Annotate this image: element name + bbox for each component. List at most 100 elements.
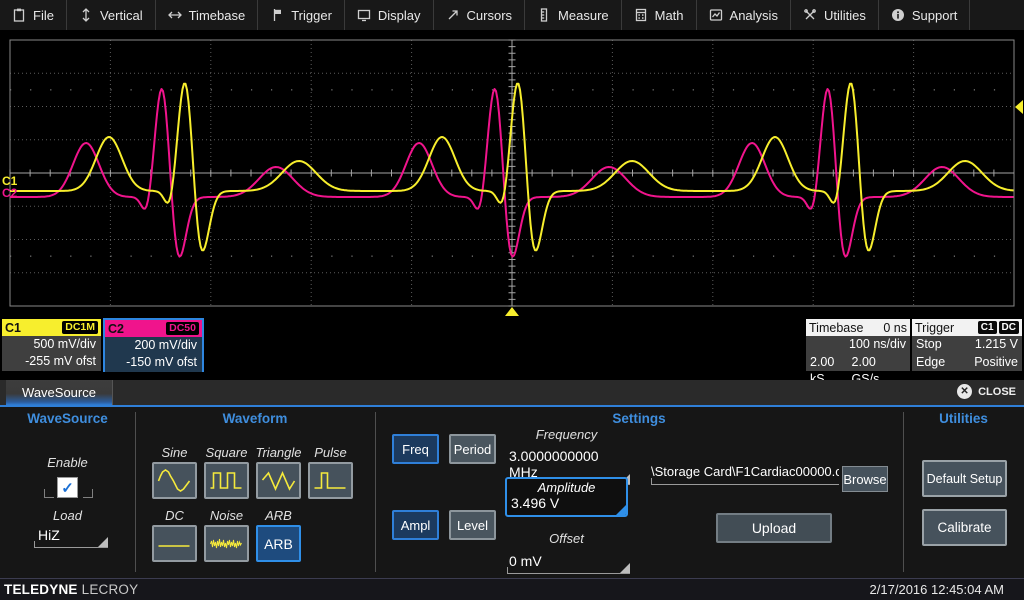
waveform-button-arb[interactable]: ARB [256,525,301,562]
trigger-slope: Positive [974,354,1018,372]
noise-icon [208,531,245,557]
load-select[interactable]: HiZ [34,526,108,548]
menu-item-label: Vertical [100,8,143,23]
channel-header-c1: C1 DC1M [2,319,101,336]
waveform-button-label: Sine [161,445,187,462]
menu-item-label: Math [655,8,684,23]
amplitude-field[interactable]: Amplitude 3.496 V [505,477,628,517]
waveform-cell-dc: DC [152,508,197,562]
waveform-button-triangle[interactable] [256,462,301,499]
enable-label: Enable [0,455,135,470]
close-label: CLOSE [978,386,1016,398]
menu-item-label: Measure [558,8,609,23]
menu-item-label: Display [378,8,421,23]
load-label: Load [0,508,135,523]
timebase-title: Timebase [809,321,863,335]
waveform-button-square[interactable] [204,462,249,499]
menu-item-display[interactable]: Display [345,0,434,30]
analysis-icon [709,8,723,22]
vertical-icon [79,8,93,22]
waveform-cell-triangle: Triangle [256,445,301,499]
channel-offset: -150 mV ofst [110,354,197,371]
menu-item-label: Analysis [730,8,778,23]
browse-button[interactable]: Browse [842,466,888,492]
channel-id: C2 [108,322,124,336]
waveform-button-label: Triangle [256,445,302,462]
menu-item-cursors[interactable]: Cursors [434,0,526,30]
trigger-mode: Stop [916,336,942,354]
waveform-button-label: Pulse [314,445,347,462]
close-button[interactable]: ✕ CLOSE [957,384,1016,399]
waveform-button-grid: Sine Square Triangle Pulse DC Noise ARBARB [152,445,353,562]
ampl-button[interactable]: Ampl [392,510,439,540]
trigger-source-chip: C1 [978,321,997,334]
menu-item-math[interactable]: Math [622,0,697,30]
file-path-field[interactable]: \Storage Card\F1Cardiac00000.c [651,464,839,485]
channel-scale: 200 mV/div [110,337,197,354]
brand-primary: TELEDYNE [4,582,78,597]
default-setup-button[interactable]: Default Setup [922,460,1007,497]
datetime: 2/17/2016 12:45:04 AM [870,582,1004,597]
dialog-tab-bar: WaveSource ✕ CLOSE [0,380,1024,407]
period-button[interactable]: Period [449,434,496,464]
waveform-button-pulse[interactable] [308,462,353,499]
waveform-button-dc[interactable] [152,525,197,562]
close-icon: ✕ [957,384,972,399]
menu-item-utilities[interactable]: Utilities [791,0,879,30]
square-icon [208,468,245,494]
menu-item-trigger[interactable]: Trigger [258,0,345,30]
section-title-utilities: Utilities [903,411,1024,426]
amplitude-label: Amplitude [507,480,626,495]
level-button[interactable]: Level [449,510,496,540]
enable-checkbox[interactable]: ✓ [57,477,78,498]
waveform-cell-sine: Sine [152,445,197,499]
menu-item-label: Support [912,8,958,23]
waveform-button-noise[interactable] [204,525,249,562]
waveform-button-label: Square [206,445,248,462]
section-divider [903,412,904,572]
trigger-icon [270,8,284,22]
offset-field[interactable]: 0 mV [507,552,630,574]
trigger-level-marker[interactable] [1015,100,1023,114]
freq-button[interactable]: Freq [392,434,439,464]
menu-item-vertical[interactable]: Vertical [67,0,156,30]
file-icon [12,8,26,22]
trigger-descriptor[interactable]: Trigger C1 DC Stop 1.215 V Edge Positive [912,319,1022,371]
waveform-cell-arb: ARBARB [256,508,301,562]
waveform-cell-pulse: Pulse [308,445,353,499]
menu-item-measure[interactable]: Measure [525,0,622,30]
section-divider [135,412,136,572]
menu-item-file[interactable]: File [0,0,67,30]
trigger-level: 1.215 V [975,336,1018,354]
status-bar: TELEDYNE LECROY 2/17/2016 12:45:04 AM [0,578,1024,600]
brand-secondary: LECROY [82,582,139,597]
brand-logo: TELEDYNE LECROY [4,582,138,597]
timebase-descriptor[interactable]: Timebase 0 ns 100 ns/div 2.00 kS 2.00 GS… [806,319,910,371]
utilities-icon [803,8,817,22]
calibrate-button[interactable]: Calibrate [922,509,1007,546]
upload-button[interactable]: Upload [716,513,832,543]
channel-label-c2: C2 [2,186,18,200]
waveform-button-label: ARB [265,508,292,525]
offset-label: Offset [505,531,628,546]
tab-wavesource[interactable]: WaveSource [6,380,113,405]
trigger-time-marker[interactable] [505,307,519,316]
math-icon [634,8,648,22]
channel-id: C1 [5,321,21,335]
section-title-wavesource: WaveSource [0,411,135,426]
menu-item-support[interactable]: Support [879,0,971,30]
waveform-button-sine[interactable] [152,462,197,499]
menu-item-label: Cursors [467,8,513,23]
waveform-button-label: Noise [210,508,243,525]
channel-descriptor-c1[interactable]: C1 DC1M 500 mV/div -255 mV ofst [2,319,101,371]
timebase-scale: 100 ns/div [849,336,906,354]
display-icon [357,8,371,22]
measure-icon [537,8,551,22]
waveform-button-label: DC [165,508,184,525]
channel-offset: -255 mV ofst [7,353,96,370]
trigger-type: Edge [916,354,945,372]
menu-item-label: File [33,8,54,23]
menu-item-analysis[interactable]: Analysis [697,0,791,30]
channel-descriptor-c2[interactable]: C2 DC50 200 mV/div -150 mV ofst [103,318,204,372]
menu-item-timebase[interactable]: Timebase [156,0,259,30]
